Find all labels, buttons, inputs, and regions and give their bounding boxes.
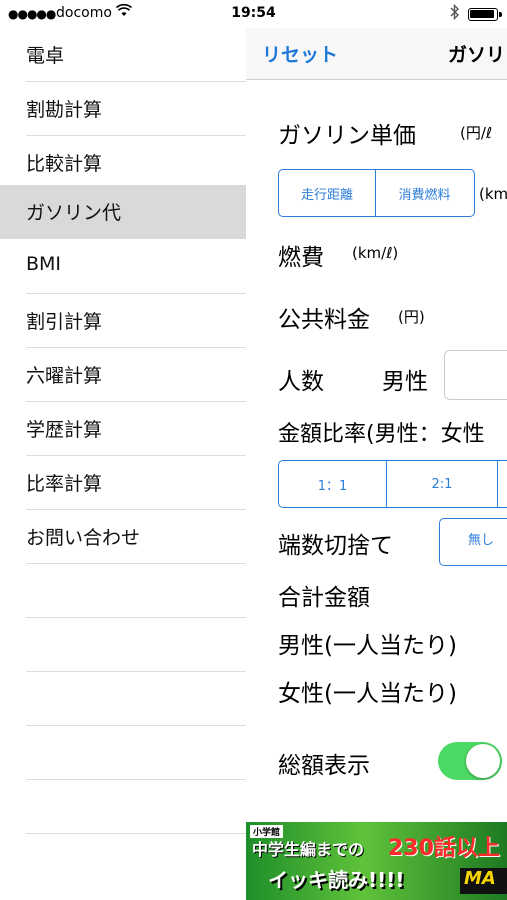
sidebar-item-discount[interactable]: 割引計算 [0, 294, 246, 348]
sidebar-item-calculator[interactable]: 電卓 [0, 28, 246, 82]
bluetooth-icon [450, 3, 460, 24]
sidebar-empty-row [0, 726, 246, 780]
male-count-label: 男性 [382, 369, 428, 395]
ad-highlight: 230話以上 [388, 836, 500, 861]
sidebar-empty-row [0, 780, 246, 834]
sidebar-item-label: 割引計算 [26, 311, 103, 333]
ratio-option-2-1[interactable]: 2:1 [387, 461, 498, 507]
ratio-option-1-1[interactable]: 1：1 [279, 461, 387, 507]
sidebar-empty-row [0, 672, 246, 726]
distance-unit: (km [479, 185, 507, 203]
page-title: ガソリ [448, 44, 506, 66]
sidebar-item-label: 学歴計算 [26, 419, 103, 441]
ratio-option-3[interactable] [498, 461, 507, 507]
sidebar-item-bmi[interactable]: BMI [0, 240, 246, 294]
sidebar-item-ratio[interactable]: 比率計算 [0, 456, 246, 510]
ad-headline: 中学生編までの [252, 840, 365, 859]
sidebar-item-rokuyo[interactable]: 六曜計算 [0, 348, 246, 402]
ad-banner[interactable]: 小学館 中学生編までの 230話以上 イッキ読み!!!! MA [246, 822, 507, 900]
sidebar-item-label: ガソリン代 [26, 202, 122, 224]
male-count-input[interactable] [444, 350, 507, 400]
ad-logo: MA [460, 868, 507, 894]
tab-distance[interactable]: 走行距離 [279, 170, 376, 216]
sidebar-item-contact[interactable]: お問い合わせ [0, 510, 246, 564]
reset-button[interactable]: リセット [262, 40, 338, 67]
rounding-option-button[interactable]: 無し [439, 518, 507, 566]
divider [26, 833, 246, 834]
total-amount-label: 合計金額 [278, 585, 370, 611]
battery-tip [499, 12, 502, 17]
gasoline-calculator-panel: リセット ガソリ ガソリン単価 (円/ℓ 走行距離 消費燃料 (km 燃費 (k… [246, 28, 507, 900]
status-bar: ●●●●● docomo 19:54 [0, 0, 507, 28]
female-per-person-label: 女性(一人当たり) [278, 681, 457, 707]
sidebar-item-label: BMI [26, 253, 62, 275]
fuel-economy-unit: (km/ℓ) [352, 244, 399, 262]
ad-subheadline: イッキ読み!!!! [268, 868, 405, 892]
sidebar-item-gasoline[interactable]: ガソリン代 [0, 185, 246, 239]
sidebar-item-label: 比較計算 [26, 153, 103, 175]
sidebar-empty-row [0, 564, 246, 618]
tab-fuel-consumption[interactable]: 消費燃料 [376, 170, 473, 216]
total-display-label: 総額表示 [278, 753, 370, 779]
male-per-person-label: 男性(一人当たり) [278, 633, 457, 659]
total-display-toggle[interactable] [438, 742, 502, 780]
sidebar-empty-row [0, 618, 246, 672]
sidebar-menu: 電卓 割勘計算 比較計算 ガソリン代 BMI 割引計算 六曜計算 学歴計算 比率… [0, 28, 246, 900]
rounding-label: 端数切捨て [278, 533, 393, 559]
sidebar-item-label: 割勘計算 [26, 99, 103, 121]
sidebar-item-label: 電卓 [26, 45, 65, 67]
distance-fuel-segmented-control: 走行距離 消費燃料 [278, 169, 475, 217]
sidebar-item-split-bill[interactable]: 割勘計算 [0, 82, 246, 136]
fuel-economy-label: 燃費 [278, 245, 324, 271]
gas-price-label: ガソリン単価 [278, 123, 416, 149]
people-count-label: 人数 [278, 369, 324, 395]
sidebar-item-label: お問い合わせ [26, 527, 141, 549]
toggle-knob [466, 744, 500, 778]
sidebar-item-label: 六曜計算 [26, 365, 103, 387]
navigation-bar: リセット ガソリ [246, 28, 507, 80]
sidebar-item-comparison[interactable]: 比較計算 [0, 136, 246, 190]
clock: 19:54 [231, 5, 276, 21]
public-fee-label: 公共料金 [278, 307, 370, 333]
amount-ratio-label: 金額比率(男性：女性 [278, 422, 485, 447]
public-fee-unit: (円) [398, 308, 425, 326]
battery-icon [468, 8, 498, 21]
ratio-segmented-control: 1：1 2:1 [278, 460, 507, 508]
sidebar-item-label: 比率計算 [26, 473, 103, 495]
gas-price-unit: (円/ℓ [460, 124, 493, 142]
sidebar-item-education[interactable]: 学歴計算 [0, 402, 246, 456]
